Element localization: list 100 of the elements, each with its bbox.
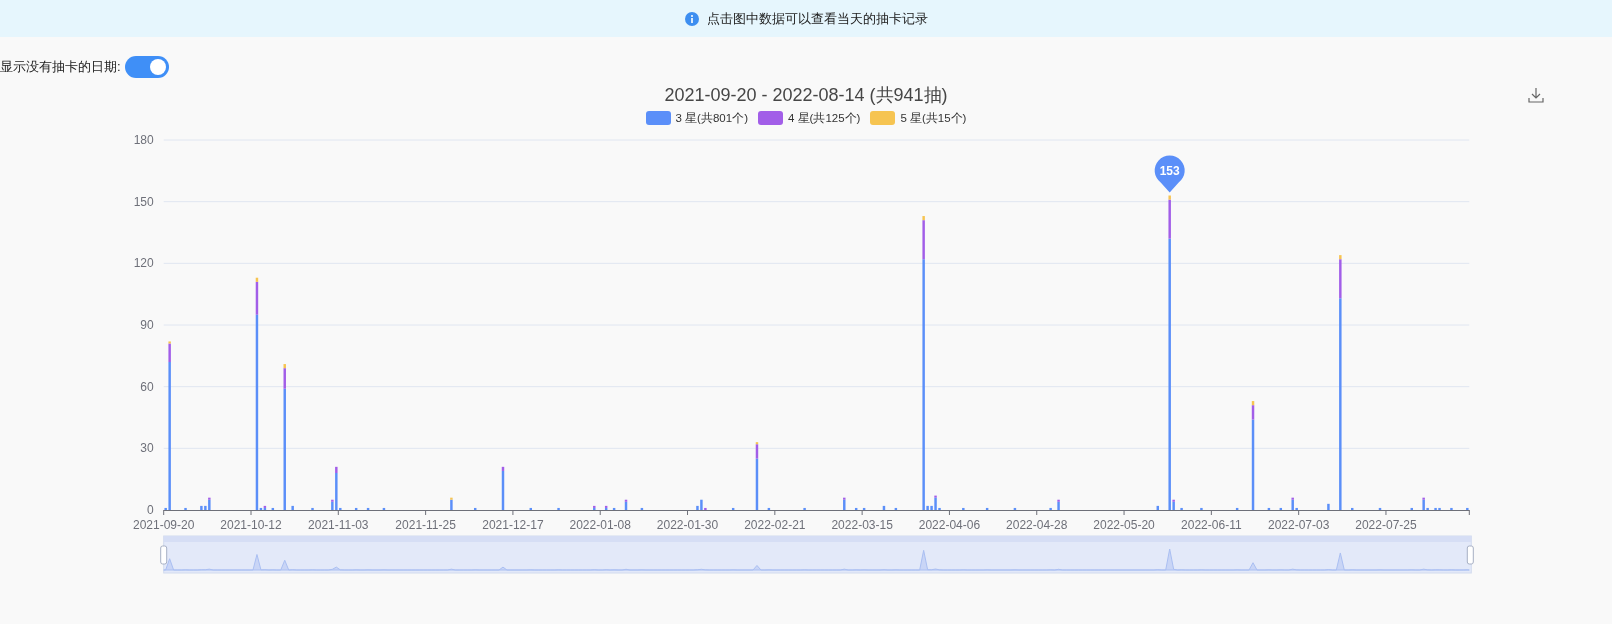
x-axis-label: 2022-04-28 bbox=[1006, 518, 1068, 532]
y-axis-label: 90 bbox=[140, 318, 154, 332]
stacked-bar[interactable] bbox=[291, 505, 294, 510]
stacked-bar[interactable] bbox=[1057, 499, 1060, 510]
stacked-bar[interactable] bbox=[208, 497, 211, 510]
bar bbox=[168, 341, 171, 344]
info-message: 点击图中数据可以查看当天的抽卡记录 bbox=[706, 9, 928, 28]
stacked-bar[interactable] bbox=[259, 507, 263, 510]
stacked-bar[interactable] bbox=[803, 507, 806, 510]
stacked-bar[interactable] bbox=[1327, 503, 1330, 510]
toggle-switch[interactable] bbox=[124, 56, 169, 78]
stacked-bar[interactable] bbox=[529, 507, 532, 510]
y-axis-label: 180 bbox=[133, 133, 154, 147]
stacked-bar[interactable] bbox=[1426, 507, 1429, 510]
stacked-bar[interactable] bbox=[767, 507, 771, 510]
x-axis-label: 2022-04-06 bbox=[918, 518, 981, 532]
stacked-bar[interactable] bbox=[604, 505, 608, 510]
chart-title: 2021-09-20 - 2022-08-14 (共941抽) bbox=[664, 84, 948, 107]
stacked-bar[interactable] bbox=[1422, 497, 1425, 510]
stacked-bar[interactable] bbox=[731, 507, 735, 510]
bar bbox=[1168, 195, 1171, 200]
stacked-bar[interactable] bbox=[168, 341, 171, 510]
x-axis-label: 2022-03-15 bbox=[831, 518, 893, 532]
legend-item[interactable]: 4 星(共125个) bbox=[757, 110, 861, 126]
stacked-bar[interactable] bbox=[271, 507, 275, 510]
stacked-bar[interactable] bbox=[1251, 401, 1255, 510]
stacked-bar[interactable] bbox=[331, 499, 334, 510]
y-axis-label: 60 bbox=[140, 379, 154, 394]
legend-item[interactable]: 5 星(共15个) bbox=[870, 110, 967, 126]
stacked-bar[interactable] bbox=[366, 507, 370, 510]
stacked-bar[interactable] bbox=[311, 507, 314, 510]
stacked-bar[interactable] bbox=[1378, 507, 1382, 510]
stacked-bar[interactable] bbox=[1450, 507, 1453, 510]
bar bbox=[1339, 259, 1342, 299]
bar bbox=[168, 343, 171, 362]
stacked-bar[interactable] bbox=[1156, 505, 1159, 510]
stacked-bar[interactable] bbox=[255, 277, 259, 510]
stacked-bar[interactable] bbox=[557, 507, 560, 510]
stacked-bar[interactable] bbox=[854, 507, 858, 510]
stacked-bar[interactable] bbox=[1295, 507, 1298, 510]
stacked-bar[interactable] bbox=[1180, 507, 1183, 510]
stacked-bar[interactable] bbox=[755, 442, 759, 510]
download-icon[interactable] bbox=[1528, 87, 1544, 103]
stacked-bar[interactable] bbox=[624, 499, 628, 510]
x-axis-label: 2022-06-11 bbox=[1181, 518, 1242, 532]
stacked-bar[interactable] bbox=[1013, 507, 1017, 510]
x-axis-label: 2021-09-20 bbox=[133, 518, 195, 532]
stacked-bar[interactable] bbox=[263, 505, 267, 510]
stacked-bar[interactable] bbox=[1200, 507, 1203, 510]
stacked-bar[interactable] bbox=[283, 364, 286, 510]
stacked-bar[interactable] bbox=[382, 507, 386, 510]
stacked-bar[interactable] bbox=[501, 466, 505, 510]
info-icon bbox=[684, 11, 699, 26]
stacked-bar[interactable] bbox=[1168, 195, 1171, 510]
stacked-bar[interactable] bbox=[184, 507, 187, 510]
x-axis-label: 2022-01-08 bbox=[569, 518, 631, 532]
x-axis-label: 2022-07-25 bbox=[1355, 518, 1417, 532]
stacked-bar[interactable] bbox=[1267, 507, 1271, 510]
stacked-bar[interactable] bbox=[200, 505, 203, 510]
stacked-bar[interactable] bbox=[922, 216, 925, 510]
stacked-bar[interactable] bbox=[1410, 507, 1413, 510]
stacked-bar[interactable] bbox=[1279, 507, 1283, 510]
stacked-bar[interactable] bbox=[934, 495, 937, 510]
stacked-bar[interactable] bbox=[1466, 507, 1469, 510]
x-axis-label: 2022-05-20 bbox=[1093, 518, 1155, 532]
stacked-bar[interactable] bbox=[1049, 507, 1052, 510]
stacked-bar[interactable] bbox=[938, 507, 941, 510]
bar bbox=[335, 473, 338, 510]
stacked-bar[interactable] bbox=[843, 497, 846, 510]
stacked-bar[interactable] bbox=[335, 466, 338, 510]
toggle-label: 显示没有抽卡的日期: bbox=[0, 58, 121, 76]
stacked-bar[interactable] bbox=[862, 507, 866, 510]
stacked-bar[interactable] bbox=[962, 507, 965, 510]
y-axis-label: 0 bbox=[147, 503, 154, 517]
stacked-bar[interactable] bbox=[882, 505, 886, 510]
stacked-bar[interactable] bbox=[1291, 497, 1294, 510]
stacked-bar[interactable] bbox=[450, 497, 453, 510]
zoom-slider[interactable] bbox=[160, 535, 1474, 574]
stacked-bar[interactable] bbox=[1351, 507, 1354, 510]
stacked-bar[interactable] bbox=[354, 507, 358, 510]
legend-item[interactable]: 3 星(共801个) bbox=[645, 110, 748, 126]
stacked-bar[interactable] bbox=[1235, 507, 1239, 510]
stacked-bar[interactable] bbox=[700, 499, 703, 510]
stacked-bar[interactable] bbox=[985, 507, 989, 510]
stacked-bar[interactable] bbox=[1339, 255, 1342, 510]
stacked-bar[interactable] bbox=[1438, 507, 1441, 510]
stacked-bar[interactable] bbox=[612, 507, 616, 510]
stacked-bar[interactable] bbox=[164, 507, 167, 510]
stacked-bar[interactable] bbox=[474, 507, 477, 510]
stacked-bar[interactable] bbox=[704, 507, 707, 510]
stacked-bar[interactable] bbox=[1172, 499, 1175, 510]
stacked-bar[interactable] bbox=[894, 507, 898, 510]
stacked-bar[interactable] bbox=[593, 505, 596, 510]
stacked-bar[interactable] bbox=[339, 507, 342, 510]
stacked-bar[interactable] bbox=[640, 507, 644, 510]
x-axis-label: 2022-02-21 bbox=[744, 518, 806, 532]
stacked-bar[interactable] bbox=[1434, 507, 1437, 510]
bar bbox=[934, 495, 937, 498]
y-axis-label: 150 bbox=[133, 194, 154, 209]
x-axis-label: 2022-07-03 bbox=[1267, 518, 1330, 532]
